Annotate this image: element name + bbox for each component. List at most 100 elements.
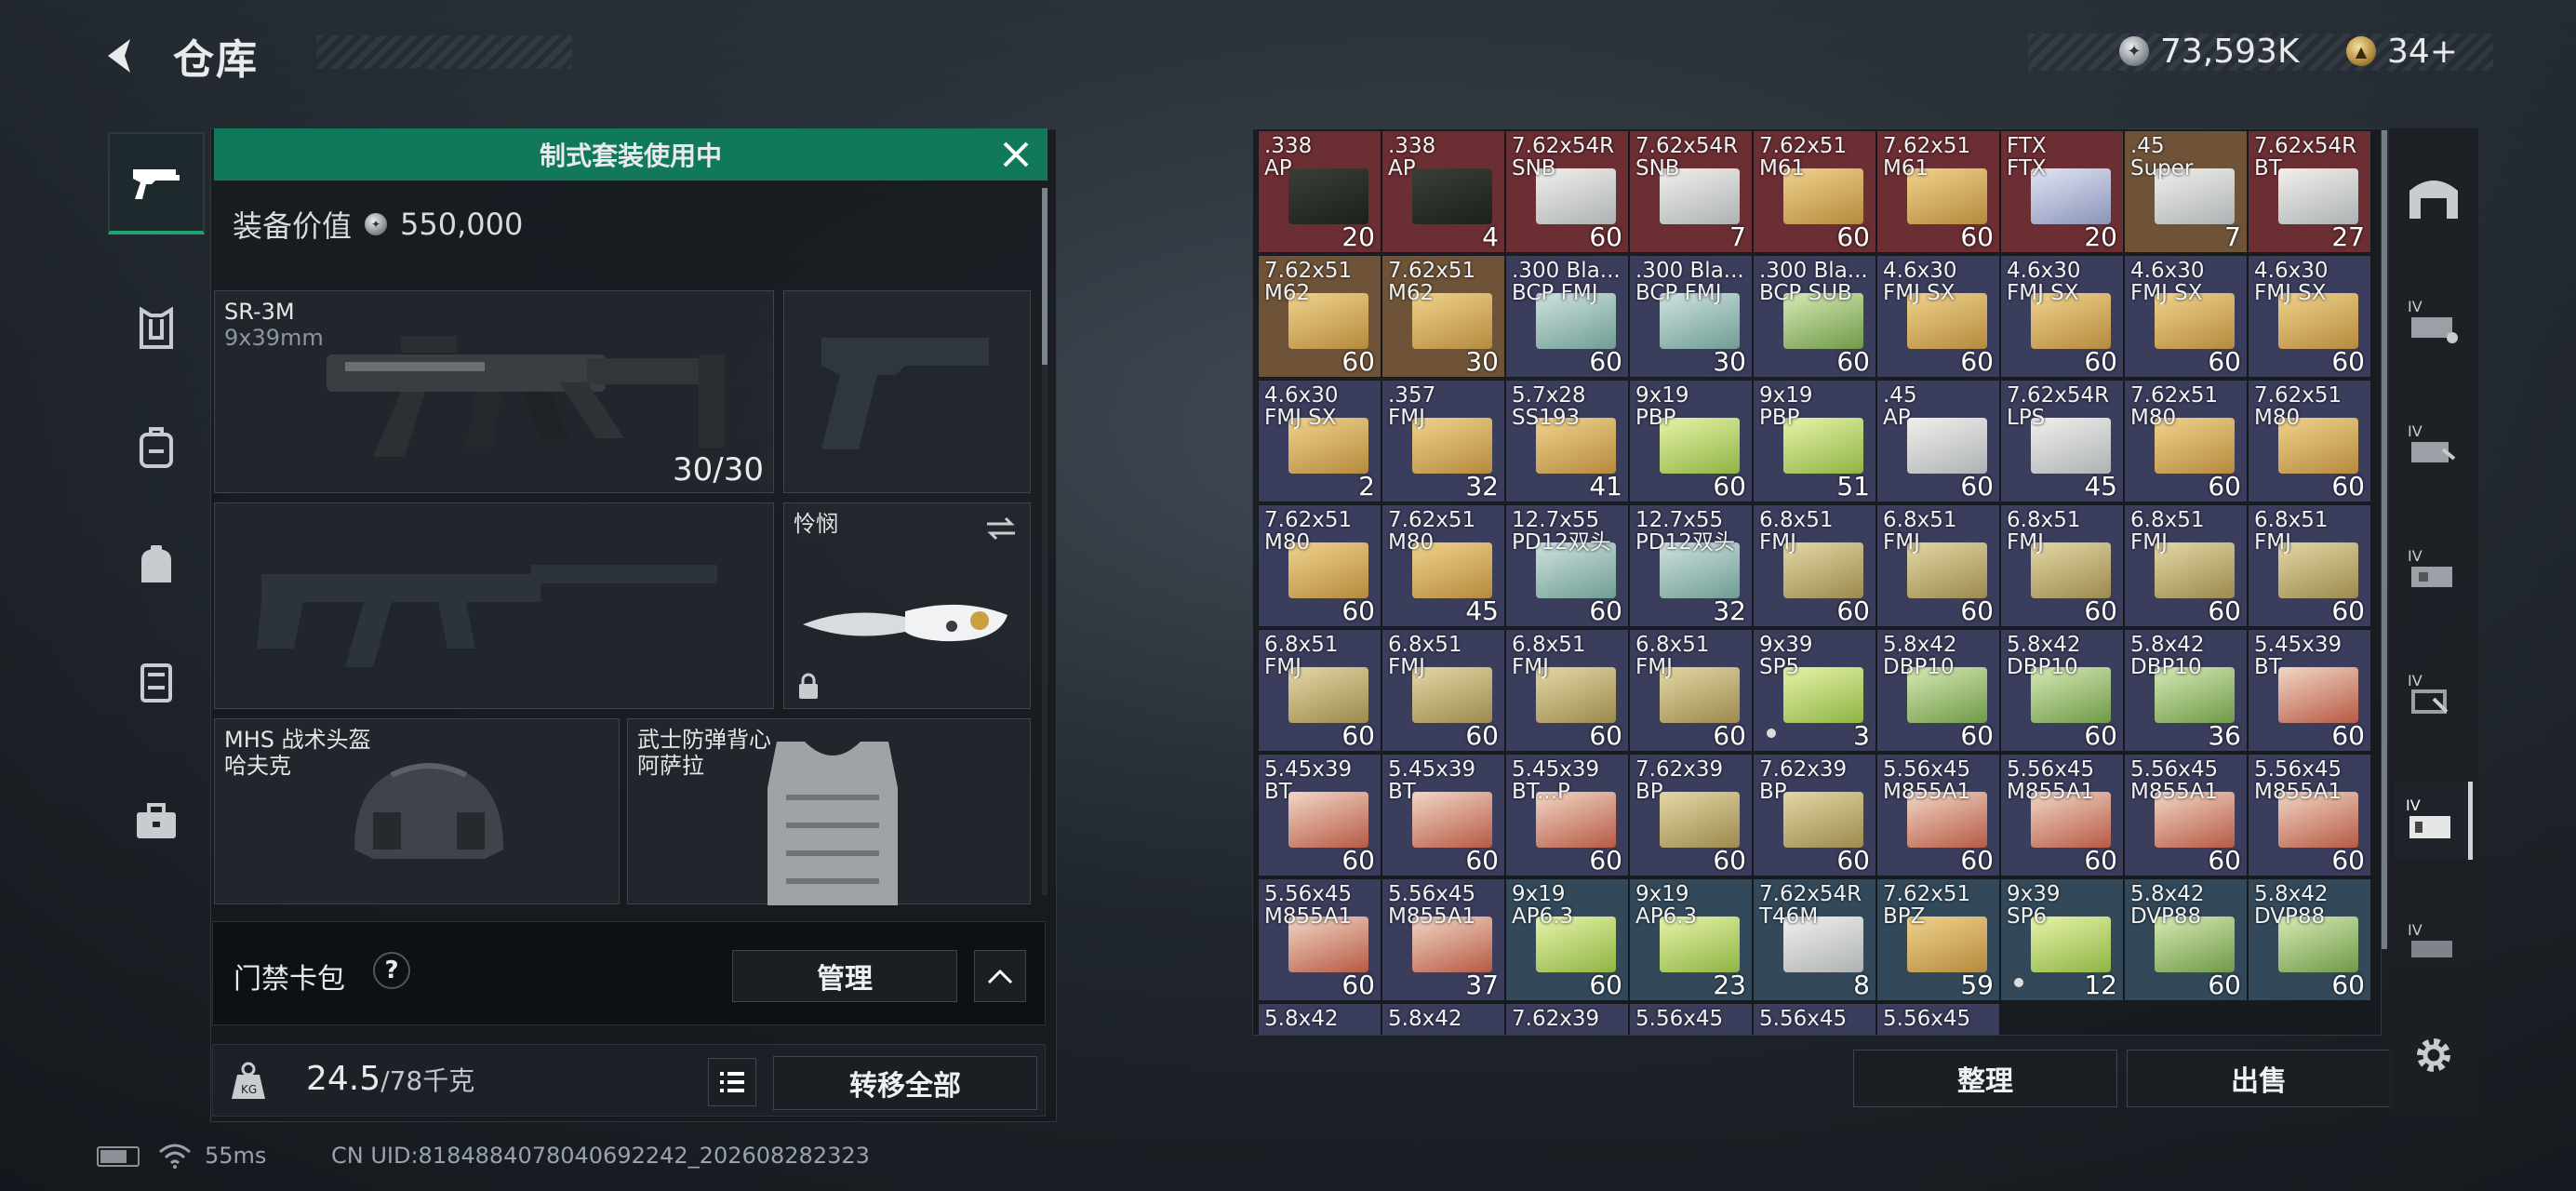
close-icon[interactable] — [999, 138, 1033, 171]
inventory-item[interactable]: 6.8x51 FMJ 60 — [1753, 504, 1876, 627]
inventory-item[interactable]: 7.62x39 BP 60 — [1629, 754, 1753, 877]
nav-briefcase[interactable] — [108, 770, 205, 873]
inventory-item[interactable]: 5.8x42 DVP88 60 — [2248, 878, 2371, 1001]
inventory-item[interactable]: 5.8x42 — [1258, 1003, 1381, 1035]
inventory-item[interactable]: 7.62x54R T46M 8 — [1753, 878, 1876, 1001]
inventory-item[interactable]: 7.62x51 M61 60 — [1753, 130, 1876, 253]
inventory-item[interactable]: 5.7x28 SS193 41 — [1505, 380, 1629, 502]
inventory-item[interactable]: 7.62x39 BP 60 — [1753, 754, 1876, 877]
nav-storage-1[interactable]: IV — [2395, 283, 2473, 361]
inventory-item[interactable]: 6.8x51 FMJ 60 — [1381, 629, 1505, 752]
nav-backpack[interactable] — [108, 396, 205, 499]
inventory-item[interactable]: 6.8x51 FMJ 60 — [2248, 504, 2371, 627]
sell-button[interactable]: 出售 — [2127, 1050, 2391, 1107]
inventory-item[interactable]: .300 Bla... BCP FMJ 60 — [1505, 255, 1629, 378]
loadout-scrollbar-thumb[interactable] — [1042, 188, 1048, 365]
inventory-item[interactable]: 5.8x42 DBP10 60 — [1876, 629, 2000, 752]
inventory-item[interactable]: 5.56x45 — [1876, 1003, 2000, 1035]
inventory-item[interactable]: 7.62x39 — [1505, 1003, 1629, 1035]
inventory-item[interactable]: 4.6x30 FMJ SX 60 — [2124, 255, 2248, 378]
premium-currency-display[interactable]: ▲ 34+ — [2346, 30, 2458, 73]
inventory-item[interactable]: 5.56x45 M855A1 60 — [1258, 878, 1381, 1001]
currency-display[interactable]: ✦ 73,593K — [2119, 30, 2300, 73]
inventory-item[interactable]: 12.7x55 PD12双头 60 — [1505, 504, 1629, 627]
inventory-item[interactable]: .300 Bla... BCP SUB 60 — [1753, 255, 1876, 378]
inventory-item[interactable]: .300 Bla... BCP FMJ 30 — [1629, 255, 1753, 378]
expand-button[interactable] — [974, 950, 1026, 1002]
inventory-item[interactable]: 7.62x54R BT 27 — [2248, 130, 2371, 253]
inventory-item[interactable]: 6.8x51 FMJ 60 — [2124, 504, 2248, 627]
inventory-item[interactable]: 4.6x30 FMJ SX 2 — [1258, 380, 1381, 502]
nav-storage-3[interactable]: IV — [2395, 532, 2473, 610]
inventory-item[interactable]: 6.8x51 FMJ 60 — [1505, 629, 1629, 752]
inventory-item[interactable]: 9x19 PBP 60 — [1629, 380, 1753, 502]
nav-weapon[interactable] — [108, 132, 205, 234]
inventory-item[interactable]: 12.7x55 PD12双头 32 — [1629, 504, 1753, 627]
inventory-item[interactable]: 5.8x42 DVP88 60 — [2124, 878, 2248, 1001]
inventory-scrollbar-thumb[interactable] — [2382, 130, 2387, 949]
list-view-button[interactable] — [708, 1058, 756, 1106]
inventory-item[interactable]: 5.56x45 M855A1 60 — [1876, 754, 2000, 877]
inventory-item[interactable]: 5.8x42 DBP10 60 — [2000, 629, 2124, 752]
inventory-item[interactable]: 4.6x30 FMJ SX 60 — [1876, 255, 2000, 378]
primary-weapon-slot[interactable]: SR-3M 9x39mm 30/30 — [214, 290, 774, 493]
inventory-item[interactable]: 7.62x54R LPS 45 — [2000, 380, 2124, 502]
inventory-item[interactable]: 5.56x45 M855A1 37 — [1381, 878, 1505, 1001]
inventory-item[interactable]: 7.62x54R SNB 60 — [1505, 130, 1629, 253]
sort-button[interactable]: 整理 — [1853, 1050, 2117, 1107]
helmet-slot[interactable]: MHS 战术头盔 哈夫克 — [214, 718, 620, 904]
inventory-item[interactable]: 5.56x45 M855A1 60 — [2124, 754, 2248, 877]
nav-armor[interactable] — [108, 277, 205, 380]
nav-card[interactable] — [108, 631, 205, 733]
inventory-item[interactable]: 9x19 PBP 51 — [1753, 380, 1876, 502]
inventory-item[interactable]: 6.8x51 FMJ 60 — [1876, 504, 2000, 627]
inventory-item[interactable]: 7.62x51 M80 60 — [2124, 380, 2248, 502]
inventory-item[interactable]: 9x19 AP6.3 23 — [1629, 878, 1753, 1001]
nav-bag[interactable] — [108, 514, 205, 616]
inventory-item[interactable]: 7.62x54R SNB 7 — [1629, 130, 1753, 253]
inventory-item[interactable]: 4.6x30 FMJ SX 60 — [2000, 255, 2124, 378]
inventory-item[interactable]: 9x19 AP6.3 60 — [1505, 878, 1629, 1001]
inventory-item[interactable]: 7.62x51 M80 60 — [1258, 504, 1381, 627]
inventory-item[interactable]: 5.56x45 — [1753, 1003, 1876, 1035]
inventory-item[interactable]: 7.62x51 M61 60 — [1876, 130, 2000, 253]
inventory-item[interactable]: 5.45x39 BT 60 — [1381, 754, 1505, 877]
inventory-item[interactable]: 5.56x45 M855A1 60 — [2000, 754, 2124, 877]
inventory-item[interactable]: .45 Super 7 — [2124, 130, 2248, 253]
melee-slot[interactable]: 怜悯 — [783, 502, 1031, 709]
inventory-item[interactable]: 9x39 SP6 12 — [2000, 878, 2124, 1001]
nav-storage-4[interactable]: IV — [2395, 657, 2473, 735]
inventory-item[interactable]: 5.56x45 — [1629, 1003, 1753, 1035]
nav-storage-6[interactable]: IV — [2395, 906, 2473, 984]
inventory-item[interactable]: 4.6x30 FMJ SX 60 — [2248, 255, 2371, 378]
inventory-item[interactable]: 7.62x51 BPZ 59 — [1876, 878, 2000, 1001]
secondary-weapon-slot[interactable] — [214, 502, 774, 709]
back-button[interactable] — [93, 28, 149, 84]
inventory-item[interactable]: 5.56x45 M855A1 60 — [2248, 754, 2371, 877]
inventory-item[interactable]: 6.8x51 FMJ 60 — [1629, 629, 1753, 752]
inventory-item[interactable]: 7.62x51 M62 30 — [1381, 255, 1505, 378]
pistol-slot[interactable] — [783, 290, 1031, 493]
inventory-item[interactable]: 5.45x39 BT 60 — [1258, 754, 1381, 877]
inventory-item[interactable]: 7.62x51 M80 45 — [1381, 504, 1505, 627]
transfer-all-button[interactable]: 转移全部 — [773, 1056, 1037, 1110]
manage-button[interactable]: 管理 — [732, 950, 957, 1002]
inventory-item[interactable]: .45 AP 60 — [1876, 380, 2000, 502]
inventory-item[interactable]: 7.62x51 M62 60 — [1258, 255, 1381, 378]
inventory-item[interactable]: 5.45x39 BT 60 — [2248, 629, 2371, 752]
vest-slot[interactable]: 武士防弹背心 阿萨拉 — [627, 718, 1031, 905]
inventory-item[interactable]: 9x39 SP5 3 — [1753, 629, 1876, 752]
inventory-item[interactable]: 6.8x51 FMJ 60 — [1258, 629, 1381, 752]
inventory-item[interactable]: 6.8x51 FMJ 60 — [2000, 504, 2124, 627]
inventory-item[interactable]: .338 AP 4 — [1381, 130, 1505, 253]
settings-button[interactable] — [2395, 1016, 2473, 1094]
nav-storage-5[interactable]: IV — [2395, 782, 2473, 860]
swap-icon[interactable] — [983, 515, 1019, 542]
nav-storage-main[interactable] — [2395, 158, 2473, 236]
inventory-item[interactable]: FTX FTX 20 — [2000, 130, 2124, 253]
inventory-item[interactable]: .338 AP 20 — [1258, 130, 1381, 253]
inventory-item[interactable]: .357 FMJ 32 — [1381, 380, 1505, 502]
inventory-item[interactable]: 7.62x51 M80 60 — [2248, 380, 2371, 502]
inventory-item[interactable]: 5.8x42 DBP10 36 — [2124, 629, 2248, 752]
inventory-item[interactable]: 5.8x42 — [1381, 1003, 1505, 1035]
